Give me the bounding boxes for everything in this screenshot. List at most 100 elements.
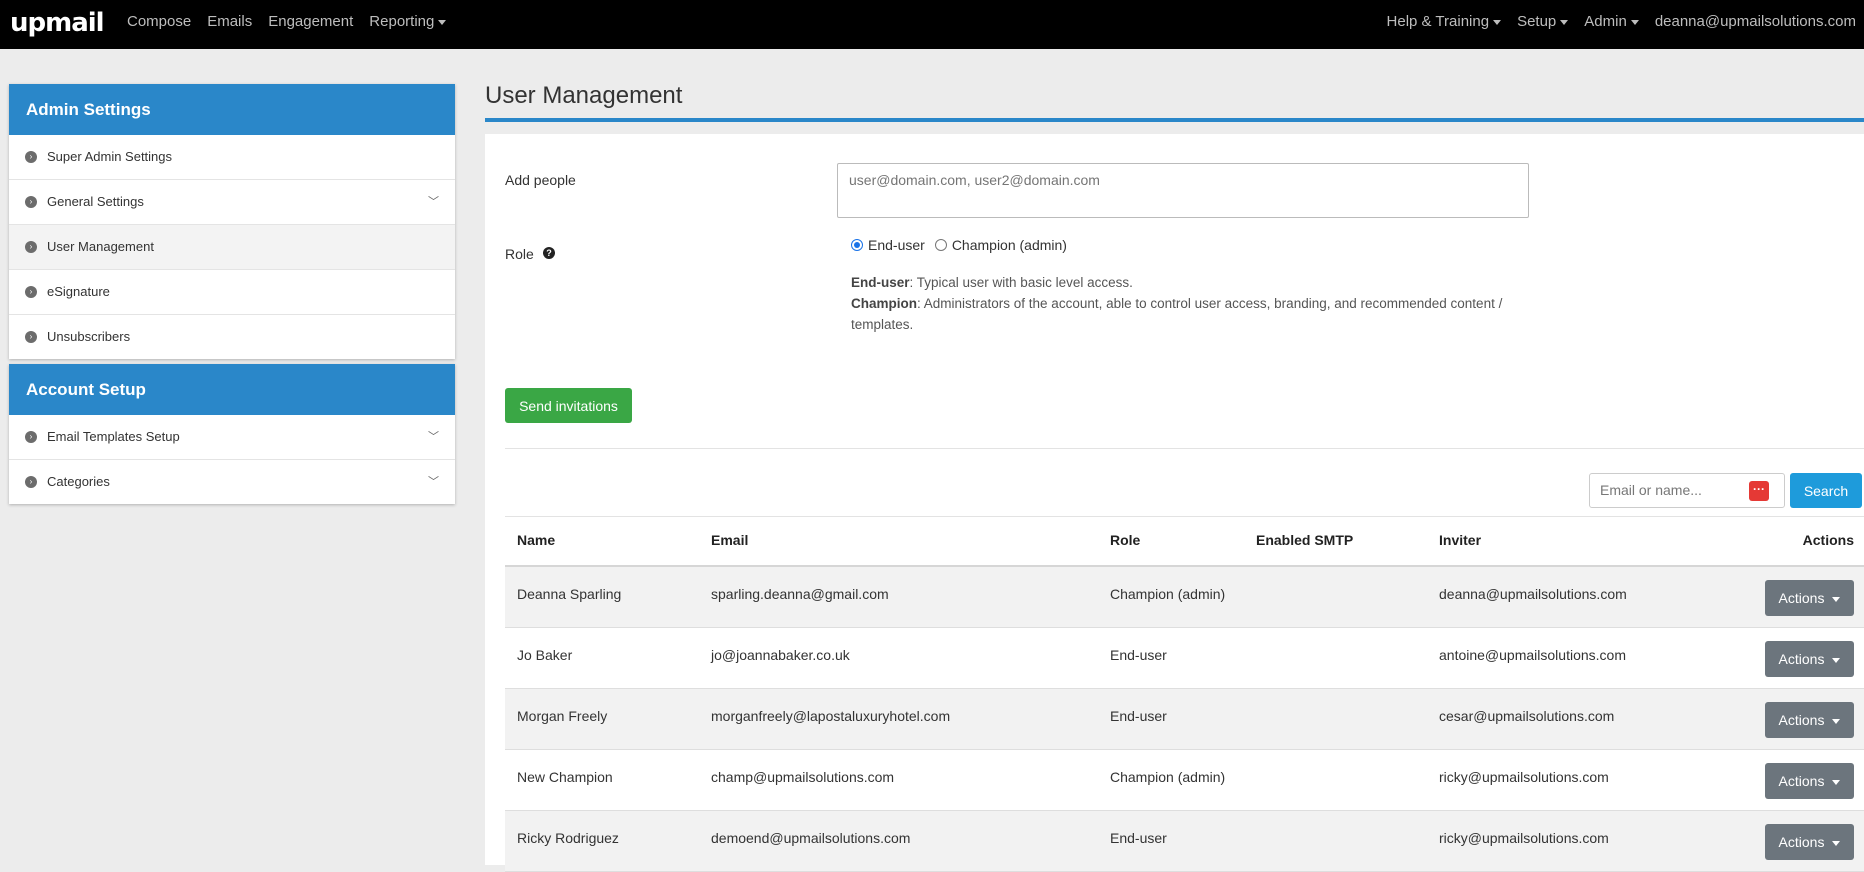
cell-inviter: ricky@upmailsolutions.com	[1439, 830, 1609, 846]
table-row: Ricky Rodriguez demoend@upmailsolutions.…	[505, 811, 1864, 872]
add-people-label: Add people	[505, 172, 576, 188]
password-manager-icon[interactable]: ···	[1749, 481, 1769, 501]
nav-setup[interactable]: Setup	[1509, 13, 1576, 30]
role-enduser-radio[interactable]	[851, 239, 863, 251]
chevron-circle-right-icon: ›	[25, 151, 37, 163]
cell-email: morganfreely@lapostaluxuryhotel.com	[711, 708, 951, 724]
role-champion-radio[interactable]	[934, 239, 947, 251]
col-email-header[interactable]: Email	[711, 532, 748, 548]
nav-help-label: Help & Training	[1386, 13, 1490, 30]
page-title: User Management	[485, 82, 683, 109]
col-actions-header: Actions	[1802, 532, 1854, 548]
add-people-input[interactable]	[837, 163, 1529, 218]
actions-label: Actions	[1778, 651, 1825, 667]
chevron-down-icon: ﹀	[428, 196, 439, 208]
table-row: Jo Baker jo@joannabaker.co.uk End-user a…	[505, 628, 1864, 689]
caret-down-icon	[1832, 657, 1841, 663]
sidebar-item-label: Email Templates Setup	[47, 429, 180, 444]
cell-inviter: deanna@upmailsolutions.com	[1439, 586, 1627, 602]
role-radio-group: End-user Champion (admin)	[851, 237, 1067, 253]
send-invitations-button[interactable]: Send invitations	[505, 388, 632, 423]
sidebar-item-super-admin-settings[interactable]: › Super Admin Settings	[9, 135, 455, 180]
chevron-circle-right-icon: ›	[25, 196, 37, 208]
caret-down-icon	[1832, 718, 1841, 724]
nav-help-training[interactable]: Help & Training	[1379, 13, 1510, 30]
role-champion-label[interactable]: Champion (admin)	[952, 237, 1067, 253]
caret-down-icon	[1493, 19, 1502, 25]
actions-dropdown-button[interactable]: Actions	[1765, 641, 1854, 677]
role-description: End-user: Typical user with basic level …	[851, 272, 1511, 335]
nav-admin-label: Admin	[1584, 13, 1627, 30]
actions-dropdown-button[interactable]: Actions	[1765, 824, 1854, 860]
cell-role: Champion (admin)	[1110, 586, 1226, 602]
chevron-circle-right-icon: ›	[25, 431, 37, 443]
cell-name: Ricky Rodriguez	[517, 830, 619, 846]
nav-engagement[interactable]: Engagement	[260, 13, 361, 30]
col-name-header[interactable]: Name	[517, 532, 555, 548]
sidebar-item-general-settings[interactable]: › General Settings ﹀	[9, 180, 455, 225]
sidebar-item-label: Categories	[47, 474, 110, 489]
caret-down-icon	[438, 19, 447, 25]
col-inviter-header[interactable]: Inviter	[1439, 532, 1481, 548]
role-label: Role	[505, 246, 534, 262]
nav-setup-label: Setup	[1517, 13, 1557, 30]
col-smtp-header[interactable]: Enabled SMTP	[1256, 532, 1353, 548]
cell-name: Jo Baker	[517, 647, 573, 663]
title-underline	[485, 118, 1864, 122]
sidebar-item-unsubscribers[interactable]: › Unsubscribers	[9, 315, 455, 359]
sidebar-item-label: General Settings	[47, 194, 144, 209]
actions-label: Actions	[1778, 590, 1825, 606]
cell-name: Morgan Freely	[517, 708, 608, 724]
cell-inviter: antoine@upmailsolutions.com	[1439, 647, 1626, 663]
caret-down-icon	[1832, 779, 1841, 785]
enduser-text: : Typical user with basic level access.	[909, 275, 1133, 290]
nav-right: Help & Training Setup Admin deanna@upmai…	[1379, 13, 1864, 30]
search-button[interactable]: Search	[1790, 473, 1862, 508]
role-enduser-label[interactable]: End-user	[868, 237, 925, 253]
actions-label: Actions	[1778, 712, 1825, 728]
cell-inviter: cesar@upmailsolutions.com	[1439, 708, 1615, 724]
nav-user-email[interactable]: deanna@upmailsolutions.com	[1647, 13, 1864, 30]
question-circle-icon[interactable]: ?	[543, 247, 555, 259]
nav-reporting[interactable]: Reporting	[361, 13, 454, 30]
col-role-header[interactable]: Role	[1110, 532, 1140, 548]
cell-role: End-user	[1110, 647, 1167, 663]
actions-label: Actions	[1778, 773, 1825, 789]
enduser-description: End-user: Typical user with basic level …	[851, 272, 1511, 293]
champion-description: Champion: Administrators of the account,…	[851, 293, 1511, 335]
chevron-circle-right-icon: ›	[25, 331, 37, 343]
sidebar-item-esignature[interactable]: › eSignature	[9, 270, 455, 315]
account-setup-title: Account Setup	[9, 364, 455, 415]
champion-text: : Administrators of the account, able to…	[851, 296, 1503, 332]
admin-settings-panel: Admin Settings › Super Admin Settings › …	[9, 84, 455, 359]
cell-inviter: ricky@upmailsolutions.com	[1439, 769, 1609, 785]
table-header: Name Email Role Enabled SMTP Inviter Act…	[505, 516, 1864, 567]
cell-role: Champion (admin)	[1110, 769, 1226, 785]
cell-email: champ@upmailsolutions.com	[711, 769, 895, 785]
sidebar-item-email-templates-setup[interactable]: › Email Templates Setup ﹀	[9, 415, 455, 460]
actions-label: Actions	[1778, 834, 1825, 850]
sidebar-item-categories[interactable]: › Categories ﹀	[9, 460, 455, 504]
actions-dropdown-button[interactable]: Actions	[1765, 580, 1854, 616]
cell-email: demoend@upmailsolutions.com	[711, 830, 911, 846]
users-table: Name Email Role Enabled SMTP Inviter Act…	[505, 516, 1864, 872]
nav-left: Compose Emails Engagement Reporting	[119, 13, 454, 30]
nav-emails[interactable]: Emails	[199, 13, 260, 30]
actions-dropdown-button[interactable]: Actions	[1765, 763, 1854, 799]
actions-dropdown-button[interactable]: Actions	[1765, 702, 1854, 738]
sidebar-item-label: eSignature	[47, 284, 110, 299]
top-navbar: upmail Compose Emails Engagement Reporti…	[0, 0, 1864, 49]
chevron-down-icon: ﹀	[428, 476, 439, 488]
sidebar-item-user-management[interactable]: › User Management	[9, 225, 455, 270]
sidebar-item-label: Unsubscribers	[47, 329, 131, 344]
nav-compose[interactable]: Compose	[119, 13, 199, 30]
enduser-term: End-user	[851, 275, 910, 290]
cell-email: jo@joannabaker.co.uk	[711, 647, 850, 663]
nav-reporting-label: Reporting	[369, 13, 435, 30]
cell-name: Deanna Sparling	[517, 586, 622, 602]
nav-admin[interactable]: Admin	[1576, 13, 1647, 30]
admin-settings-title: Admin Settings	[9, 84, 455, 135]
upmail-logo[interactable]: upmail	[10, 8, 105, 38]
table-row: Morgan Freely morganfreely@lapostaluxury…	[505, 689, 1864, 750]
chevron-circle-right-icon: ›	[25, 476, 37, 488]
